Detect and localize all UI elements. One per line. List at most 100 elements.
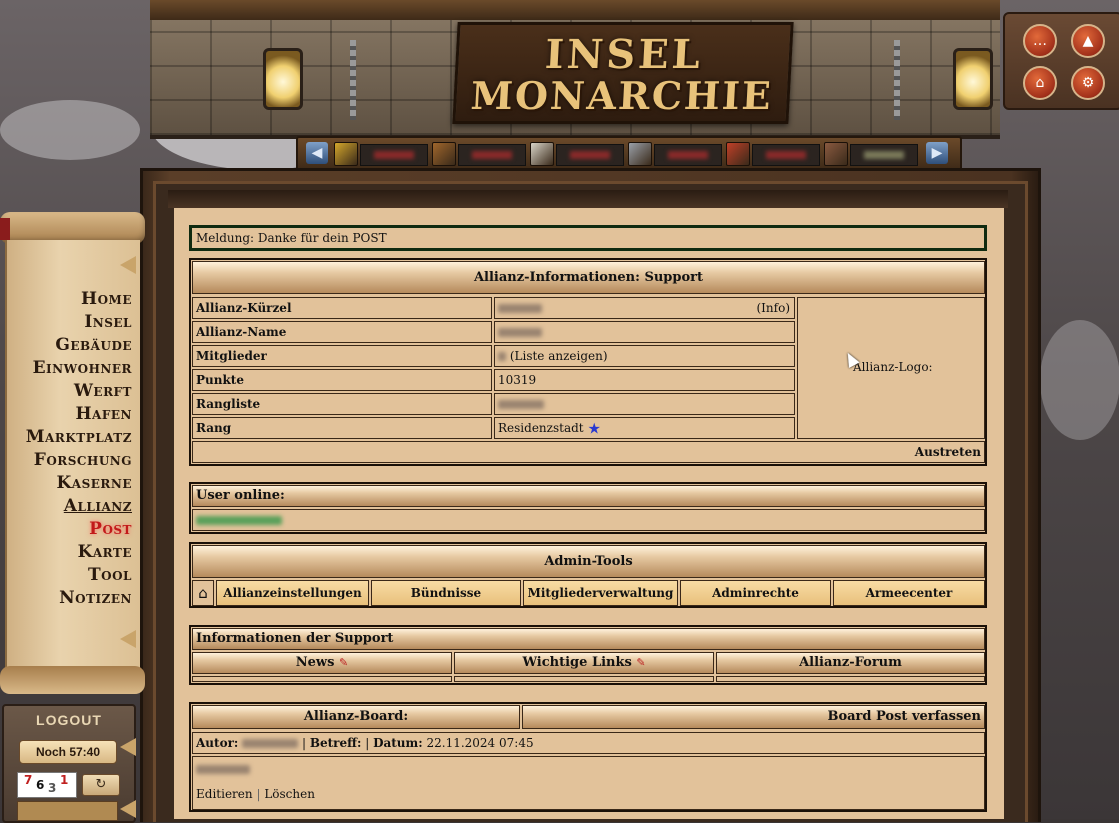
population-icon	[824, 142, 848, 166]
arrow-icon	[120, 738, 136, 756]
message-text: Meldung: Danke für dein POST	[196, 231, 387, 245]
menu-item-gebäude[interactable]: Gebäude	[5, 334, 132, 357]
menu-item-werft[interactable]: Werft	[5, 380, 132, 403]
menu-item-home[interactable]: Home	[5, 288, 132, 311]
alliance-logo-label: Allianz-Logo:	[853, 360, 933, 374]
forum-content	[716, 676, 985, 682]
pencil-icon[interactable]: ✎	[339, 656, 348, 669]
edit-post-link[interactable]: Editieren	[196, 787, 253, 801]
online-user-link[interactable]	[196, 516, 282, 525]
admin-home-button[interactable]: ⌂	[192, 580, 214, 606]
session-timer: Noch 57:40	[19, 740, 117, 764]
gold-icon	[334, 142, 358, 166]
logout-button[interactable]: LOGOUT	[4, 712, 134, 728]
label-alliance-tag: Allianz-Kürzel	[192, 297, 492, 319]
menu-item-forschung[interactable]: Forschung	[5, 449, 132, 472]
alliance-logo-cell: Allianz-Logo:	[797, 297, 985, 439]
alliance-info-title: Allianz-Informationen: Support	[192, 261, 985, 294]
arrow-icon	[120, 800, 136, 818]
header-beam	[150, 0, 1000, 20]
resource-value	[654, 144, 722, 166]
value-rank: Residenzstadt ★	[494, 417, 795, 439]
alliance-forum-column[interactable]: Allianz-Forum	[716, 652, 985, 674]
stone-icon	[530, 142, 554, 166]
menu-scroll-ribbon	[0, 218, 10, 240]
value-alliance-name	[494, 321, 795, 343]
member-management-button[interactable]: Mitgliederverwaltung	[523, 580, 678, 606]
captcha-digit: 3	[48, 781, 57, 795]
board-post-body: Editieren | Löschen	[192, 756, 985, 810]
value-members: (Liste anzeigen)	[494, 345, 795, 367]
refresh-icon[interactable]: ↻	[82, 774, 120, 796]
online-users-title: User online:	[192, 485, 985, 507]
chain	[894, 40, 900, 120]
menu-item-allianz[interactable]: Allianz	[5, 495, 132, 518]
home-icon: ⌂	[198, 584, 208, 602]
member-list-link[interactable]: (Liste anzeigen)	[510, 349, 608, 363]
news-content	[192, 676, 452, 682]
logo-line-2: MONARCHIE	[469, 73, 774, 118]
captcha-input[interactable]	[17, 801, 118, 821]
cloud	[1040, 320, 1119, 440]
alliance-settings-button[interactable]: Allianzeinstellungen	[216, 580, 369, 606]
settings-icon[interactable]: ⚙	[1071, 66, 1105, 100]
label-points: Punkte	[192, 369, 492, 391]
value-alliance-tag: (Info)	[494, 297, 795, 319]
chat-icon[interactable]: …	[1023, 24, 1057, 58]
links-content	[454, 676, 714, 682]
menu-item-tool[interactable]: Tool	[5, 564, 132, 587]
online-users-list	[192, 509, 985, 531]
label-alliance-name: Allianz-Name	[192, 321, 492, 343]
logo-line-1: INSEL	[543, 31, 705, 78]
resource-value	[556, 144, 624, 166]
menu-item-notizen[interactable]: Notizen	[5, 587, 132, 610]
menu-scroll-bottom	[0, 666, 145, 694]
arrow-left-icon[interactable]: ◀	[306, 142, 328, 164]
compose-board-post-button[interactable]: Board Post verfassen	[522, 705, 985, 729]
menu-item-karte[interactable]: Karte	[5, 541, 132, 564]
label-members: Mitglieder	[192, 345, 492, 367]
food-icon	[726, 142, 750, 166]
resource-value	[850, 144, 918, 166]
menu-item-insel[interactable]: Insel	[5, 311, 132, 334]
value-points: 10319	[494, 369, 795, 391]
resource-value	[458, 144, 526, 166]
menu-item-hafen[interactable]: Hafen	[5, 403, 132, 426]
alliance-links-title: Informationen der Support	[192, 628, 985, 650]
alliance-board-title: Allianz-Board:	[192, 705, 520, 729]
bank-icon[interactable]: ⌂	[1023, 66, 1057, 100]
menu-item-post[interactable]: Post	[5, 518, 132, 541]
important-links-column[interactable]: Wichtige Links ✎	[454, 652, 714, 674]
lantern-icon	[263, 48, 303, 110]
menu-item-kaserne[interactable]: Kaserne	[5, 472, 132, 495]
admin-rights-button[interactable]: Adminrechte	[680, 580, 831, 606]
session-panel: LOGOUT Noch 57:40 7631 ↻	[2, 704, 136, 823]
admin-tools-title: Admin-Tools	[192, 545, 985, 578]
pencil-icon[interactable]: ✎	[636, 656, 645, 669]
main-frame-top	[168, 190, 1008, 208]
captcha-digit: 7	[24, 773, 33, 787]
label-rank: Rang	[192, 417, 492, 439]
ranking-icon[interactable]: ▲	[1071, 24, 1105, 58]
captcha-digit: 1	[60, 773, 69, 787]
post-date: 22.11.2024 07:45	[426, 736, 534, 750]
arrow-right-icon[interactable]: ▶	[926, 142, 948, 164]
info-link[interactable]: (Info)	[757, 298, 791, 318]
leave-alliance-link[interactable]: Austreten	[915, 445, 981, 459]
news-column[interactable]: News ✎	[192, 652, 452, 674]
delete-post-link[interactable]: Löschen	[264, 787, 315, 801]
captcha-image: 7631	[17, 772, 77, 798]
leave-row: Austreten	[192, 441, 985, 463]
resource-bar: ◀ ▶	[296, 136, 962, 172]
board-post-meta: Autor: | Betreff: | Datum: 22.11.2024 07…	[192, 732, 985, 754]
arrow-icon	[120, 630, 136, 648]
main-menu: Home Insel Gebäude Einwohner Werft Hafen Markt…	[5, 288, 132, 610]
army-center-button[interactable]: Armeecenter	[833, 580, 985, 606]
alliances-button[interactable]: Bündnisse	[371, 580, 521, 606]
label-ranking: Rangliste	[192, 393, 492, 415]
menu-item-einwohner[interactable]: Einwohner	[5, 357, 132, 380]
value-ranking	[494, 393, 795, 415]
menu-item-marktplatz[interactable]: Marktplatz	[5, 426, 132, 449]
star-icon: ★	[587, 419, 601, 438]
quick-actions-panel: … ▲ ⌂ ⚙	[1003, 12, 1119, 110]
